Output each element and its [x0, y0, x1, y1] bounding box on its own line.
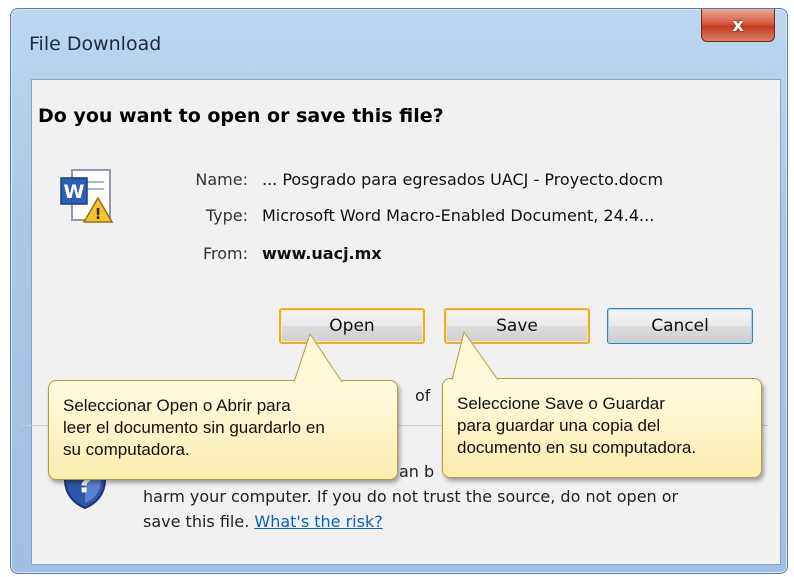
close-button[interactable]: x — [701, 9, 775, 42]
dialog-question: Do you want to open or save this file? — [38, 105, 444, 127]
svg-text:!: ! — [95, 205, 102, 223]
name-value: ... Posgrado para egresados UACJ - Proye… — [262, 170, 664, 189]
svg-text:W: W — [64, 181, 85, 203]
from-value: www.uacj.mx — [262, 244, 382, 263]
callout-save-line: para guardar una copia del — [457, 416, 661, 435]
type-value: Microsoft Word Macro-Enabled Document, 2… — [262, 206, 655, 225]
warning-fragment-an-b: an b — [399, 462, 435, 481]
warning-line-2: harm your computer. If you do not trust … — [143, 487, 679, 506]
word-document-icon: W ! — [60, 169, 114, 223]
warning-line-3: save this file. What's the risk? — [143, 512, 383, 531]
title-bar[interactable]: File Download x — [11, 9, 787, 71]
type-label: Type: — [205, 206, 248, 225]
callout-save-line: documento en su computadora. — [457, 438, 697, 457]
window-title: File Download — [29, 33, 162, 55]
callout-open-line: su computadora. — [63, 440, 190, 459]
name-label: Name: — [195, 170, 248, 189]
callout-open: Seleccionar Open o Abrir para leer el do… — [48, 380, 398, 480]
callout-save-pointer — [451, 330, 499, 382]
cancel-button[interactable]: Cancel — [607, 308, 753, 344]
callout-save-line: Seleccione Save o Guardar — [457, 394, 665, 413]
warning-line-3-prefix: save this file. — [143, 512, 250, 531]
from-label: From: — [202, 244, 248, 263]
close-icon: x — [732, 14, 744, 36]
callout-open-line: Seleccionar Open o Abrir para — [63, 396, 291, 415]
callout-open-line: leer el documento sin guardarlo en — [63, 418, 325, 437]
whats-the-risk-link[interactable]: What's the risk? — [254, 512, 382, 531]
callout-open-pointer — [293, 332, 343, 384]
cancel-button-label: Cancel — [651, 316, 709, 336]
callout-save: Seleccione Save o Guardar para guardar u… — [442, 378, 762, 478]
warning-fragment-of: of — [415, 386, 431, 405]
